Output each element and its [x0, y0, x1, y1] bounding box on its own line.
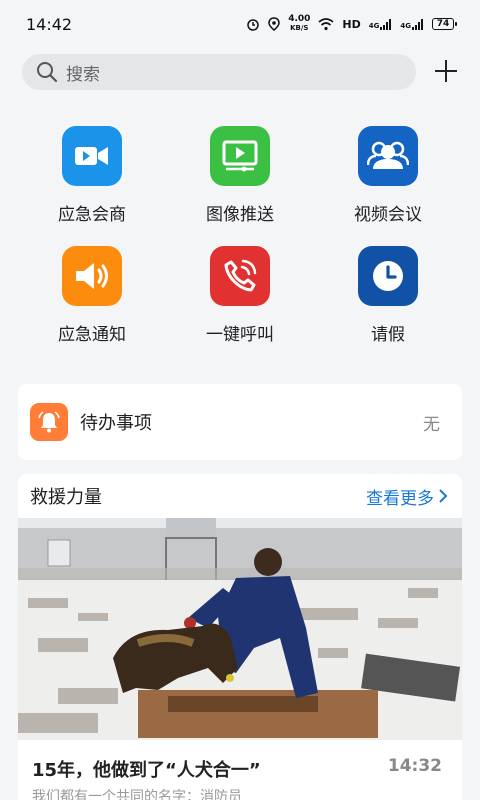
todo-title: 待办事项 [80, 413, 152, 434]
feature-leave-request[interactable]: 请假 [314, 240, 462, 360]
signal-bars-icon [380, 18, 392, 30]
feature-one-key-call[interactable]: 一键呼叫 [166, 240, 314, 360]
article-time: 14:32 [387, 756, 442, 776]
video-camera-icon [62, 126, 122, 186]
search-row: 搜索 [22, 54, 462, 90]
clock-icon [358, 246, 418, 306]
feature-label: 应急会商 [58, 205, 126, 225]
status-time: 14:42 [26, 14, 73, 34]
rescue-header: 救援力量 查看更多 [18, 474, 462, 518]
view-more-label: 查看更多 [366, 488, 434, 509]
article-subtitle: 我们都有一个共同的名字：消防员 [32, 789, 242, 800]
feature-label: 视频会议 [354, 205, 422, 225]
location-icon [268, 17, 280, 31]
alarm-icon [247, 19, 259, 31]
net-speed-value: 4.00 [288, 14, 311, 24]
bell-icon [30, 403, 68, 441]
feature-image-push[interactable]: 图像推送 [166, 120, 314, 240]
feature-label: 一键呼叫 [206, 325, 274, 345]
status-bar: 14:42 4.00 KB/S HD 4G 4G 74 [0, 0, 480, 48]
news-article[interactable]: 15年，他做到了“人犬合一” 14:32 我们都有一个共同的名字：消防员 [18, 740, 462, 800]
net-speed: 4.00 KB/S [288, 15, 310, 33]
wifi-icon [318, 17, 334, 30]
signal-bars-icon [412, 18, 423, 30]
feature-label: 应急通知 [58, 325, 126, 345]
feature-emergency-notice[interactable]: 应急通知 [18, 240, 166, 360]
feature-video-conference[interactable]: 视频会议 [314, 120, 462, 240]
feature-emergency-consult[interactable]: 应急会商 [18, 120, 166, 240]
article-headline: 15年，他做到了“人犬合一” [32, 760, 261, 781]
signal-1: 4G [369, 18, 393, 30]
search-placeholder: 搜索 [66, 64, 100, 85]
rescue-card: 救援力量 查看更多 15年，他做到了“人犬合一” 14:32 我们都有一个共同的… [18, 474, 462, 800]
signal-2: 4G [400, 18, 424, 30]
view-more-link[interactable]: 查看更多 [366, 484, 448, 509]
feature-grid: 应急会商 图像推送 视频会议 应急通知 一键呼叫 请假 [18, 120, 462, 360]
news-photo[interactable] [18, 518, 462, 740]
rescue-title: 救援力量 [30, 487, 102, 508]
group-users-icon [358, 126, 418, 186]
todo-value: 无 [423, 414, 440, 435]
feature-label: 图像推送 [206, 205, 274, 225]
add-button[interactable] [432, 57, 460, 85]
phone-call-icon [210, 246, 270, 306]
feature-label: 请假 [371, 325, 405, 345]
battery-icon: 74 [432, 18, 457, 30]
status-icons: 4.00 KB/S HD 4G 4G 74 [246, 15, 457, 33]
chevron-right-icon [439, 489, 448, 503]
search-input[interactable]: 搜索 [22, 54, 416, 90]
todo-card[interactable]: 待办事项 无 [18, 384, 462, 460]
screen-play-icon [210, 126, 270, 186]
hd-label: HD [342, 17, 361, 31]
speaker-icon [62, 246, 122, 306]
net-speed-unit: KB/S [290, 24, 309, 32]
search-icon [37, 62, 58, 83]
